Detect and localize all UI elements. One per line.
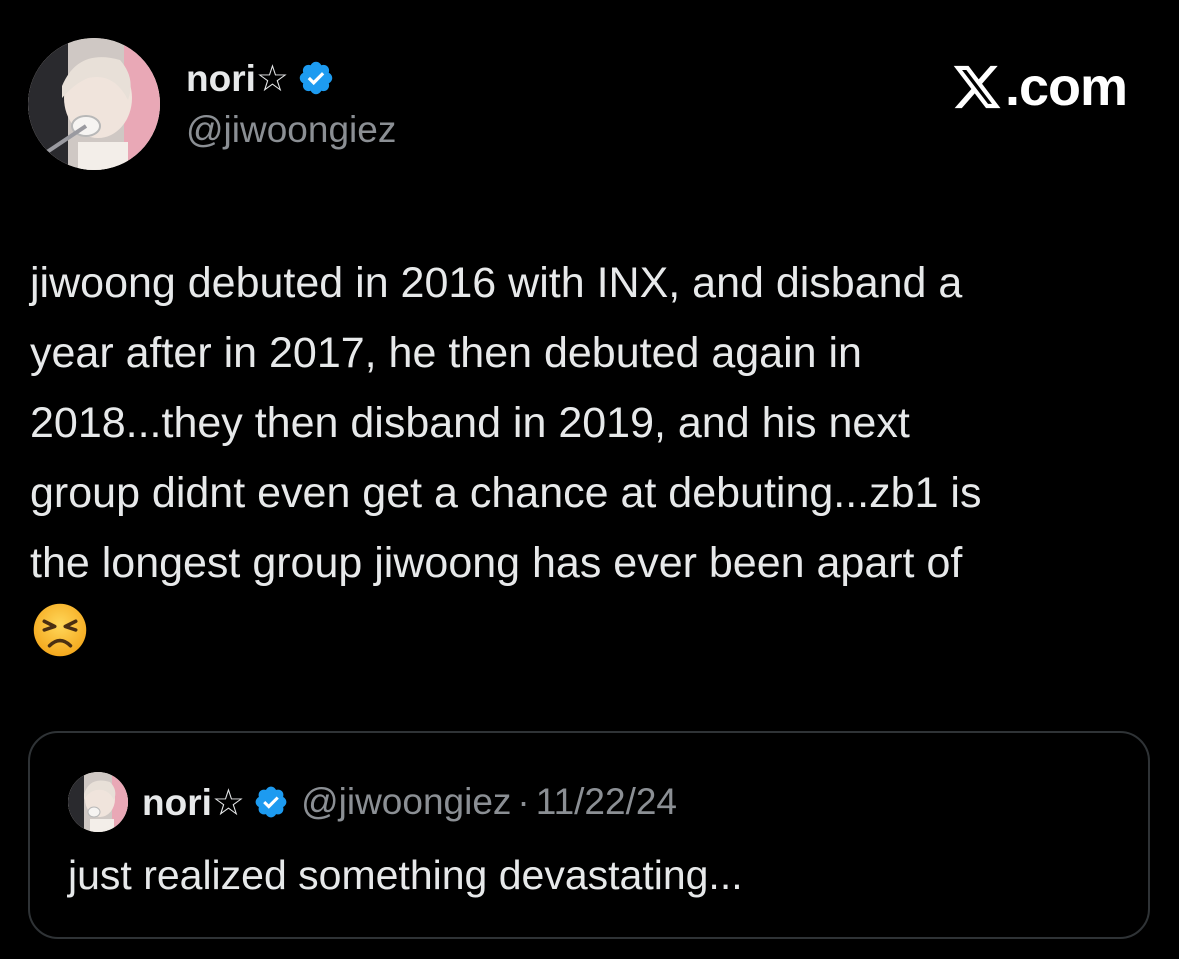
- x-logo-icon: [953, 65, 1001, 109]
- x-brand: .com: [951, 57, 1128, 117]
- brand-domain-text: .com: [1004, 57, 1128, 117]
- author-display-name[interactable]: nori☆: [186, 60, 289, 97]
- quoted-separator: ·: [517, 781, 530, 822]
- avatar-photo-icon: [28, 38, 160, 170]
- quoted-tweet-text: just realized something devastating...: [68, 852, 743, 898]
- persevering-face-emoji-icon: [33, 603, 87, 657]
- quoted-tweet-card[interactable]: nori☆ @jiwoongiez · 11/22/24 just realiz…: [28, 731, 1150, 939]
- quoted-timestamp[interactable]: 11/22/24: [536, 781, 677, 823]
- quoted-author-display-name[interactable]: nori☆: [142, 781, 245, 824]
- verified-badge-icon: [299, 61, 333, 95]
- author-avatar[interactable]: [28, 38, 160, 170]
- quoted-author-avatar[interactable]: [68, 772, 128, 832]
- quoted-avatar-photo-icon: [68, 772, 128, 832]
- quoted-author-handle[interactable]: @jiwoongiez: [301, 781, 511, 823]
- tweet-text: jiwoong debuted in 2016 with INX, and di…: [30, 259, 982, 587]
- author-name-row: nori☆: [186, 52, 335, 104]
- quoted-tweet-header: nori☆ @jiwoongiez · 11/22/24: [68, 771, 677, 833]
- author-handle[interactable]: @jiwoongiez: [186, 109, 396, 151]
- quoted-verified-badge-icon: [255, 786, 287, 818]
